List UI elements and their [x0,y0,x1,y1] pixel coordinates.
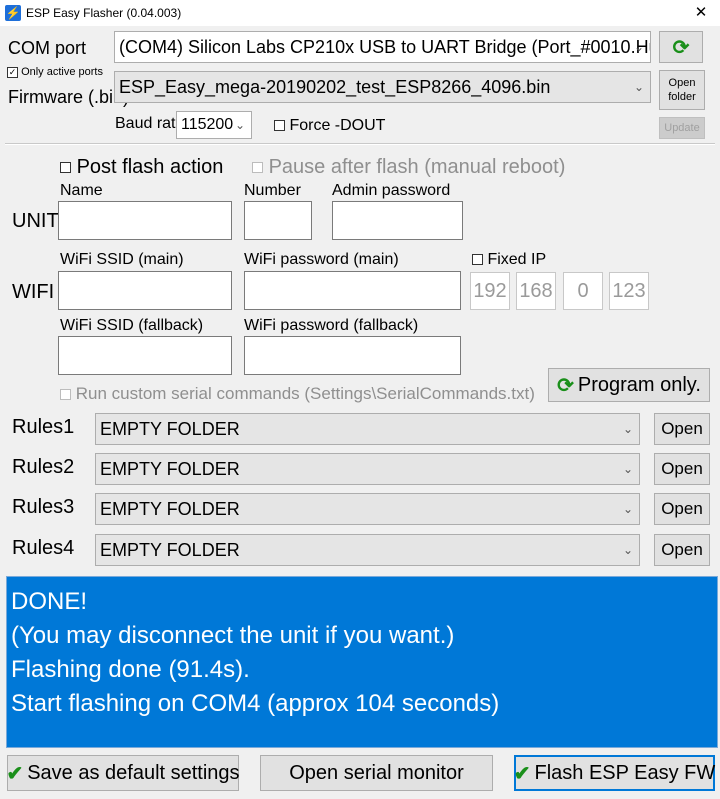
rules2-select[interactable]: EMPTY FOLDER ⌄ [95,453,640,485]
baud-rate-value: 115200 [181,116,234,133]
ip-octet-2[interactable]: 168 [516,272,556,310]
flash-label: Flash ESP Easy FW [534,761,716,784]
open-folder-line2: folder [668,91,696,103]
post-flash-checkbox[interactable] [60,162,71,174]
wifi-password-main-label: WiFi password (main) [244,251,399,268]
only-active-label: Only active ports [21,66,103,78]
rules4-open-button[interactable]: Open [654,534,710,566]
number-label: Number [244,182,301,199]
log-line: Flashing done (91.4s). [11,656,250,683]
wifi-section-label: WIFI [12,281,55,303]
save-default-button[interactable]: ✔ Save as default settings [6,755,240,791]
pause-after-flash-checkbox[interactable] [252,162,263,174]
com-port-label: COM port [8,38,87,58]
rules1-label: Rules1 [12,416,75,438]
refresh-icon: ⟳ [672,36,690,59]
admin-password-input[interactable] [332,201,463,240]
open-serial-monitor-button[interactable]: Open serial monitor [260,755,493,791]
unit-number-input[interactable] [244,201,312,240]
wifi-password-main-input[interactable] [244,271,461,310]
chevron-down-icon: ⌄ [622,502,633,516]
firmware-value: ESP_Easy_mega-20190202_test_ESP8266_4096… [119,77,551,97]
wifi-ssid-fallback-label: WiFi SSID (fallback) [60,317,204,334]
unit-section-label: UNIT [12,210,59,232]
wifi-password-fallback-label: WiFi password (fallback) [244,317,419,334]
baud-rate-label: Baud rate [115,115,185,132]
rules4-label: Rules4 [12,537,75,559]
rules2-value: EMPTY FOLDER [100,459,240,479]
pause-after-flash[interactable]: Pause after flash (manual reboot) [252,156,565,178]
ip-octet-1[interactable]: 192 [470,272,510,310]
firmware-select[interactable]: ESP_Easy_mega-20190202_test_ESP8266_4096… [114,71,651,103]
chevron-down-icon: ⌄ [622,543,633,557]
custom-serial-checkbox[interactable] [60,389,71,401]
divider [5,143,715,145]
chevron-down-icon: ⌄ [633,80,644,94]
rules3-value: EMPTY FOLDER [100,499,240,519]
log-output[interactable]: DONE! (You may disconnect the unit if yo… [6,576,718,748]
only-active-checkbox[interactable]: ✓ [7,66,18,78]
rules3-label: Rules3 [12,496,75,518]
check-icon: ✔ [513,762,531,785]
open-folder-button[interactable]: Open folder [659,70,705,110]
log-line: DONE! [11,588,88,615]
program-only-label: Program only. [577,373,701,396]
save-default-label: Save as default settings [27,761,240,784]
force-dout-label: Force -DOUT [289,117,386,134]
rules2-open-button[interactable]: Open [654,453,710,485]
refresh-icon: ⟳ [557,374,574,397]
rules3-select[interactable]: EMPTY FOLDER ⌄ [95,493,640,525]
rules2-label: Rules2 [12,456,75,478]
com-port-value: (COM4) Silicon Labs CP210x USB to UART B… [119,37,650,57]
program-only-button[interactable]: ⟳ Program only. [548,368,710,402]
chevron-down-icon: ⌄ [622,422,633,436]
wifi-ssid-main-input[interactable] [58,271,232,310]
ip-octet-4[interactable]: 123 [609,272,649,310]
baud-rate-select[interactable]: 115200 ⌄ [176,111,252,139]
rules4-value: EMPTY FOLDER [100,540,240,560]
force-dout-checkbox[interactable] [274,120,285,132]
force-dout[interactable]: Force -DOUT [274,115,385,137]
rules4-select[interactable]: EMPTY FOLDER ⌄ [95,534,640,566]
custom-serial-label: Run custom serial commands (Settings\Ser… [75,384,535,403]
ip-octet-3[interactable]: 0 [563,272,603,310]
log-line: (You may disconnect the unit if you want… [11,622,455,649]
update-button[interactable]: Update [659,117,705,139]
firmware-label: Firmware (.bin) [8,87,130,107]
fixed-ip[interactable]: Fixed IP [472,249,546,271]
wifi-password-fallback-input[interactable] [244,336,461,375]
unit-name-input[interactable] [58,201,232,240]
chevron-down-icon: ⌄ [234,118,245,132]
open-folder-line1: Open [668,77,696,89]
name-label: Name [60,182,103,199]
log-line: Start flashing on COM4 (approx 104 secon… [11,690,500,717]
fixed-ip-checkbox[interactable] [472,254,483,266]
wifi-ssid-main-label: WiFi SSID (main) [60,251,184,268]
rules1-select[interactable]: EMPTY FOLDER ⌄ [95,413,640,445]
post-flash-action[interactable]: Post flash action [60,156,223,178]
fixed-ip-label: Fixed IP [487,251,547,268]
rules1-value: EMPTY FOLDER [100,419,240,439]
flash-button[interactable]: ✔ Flash ESP Easy FW [514,755,715,791]
post-flash-label: Post flash action [76,156,224,178]
window-title: ESP Easy Flasher (0.04.003) [26,6,182,20]
rules1-open-button[interactable]: Open [654,413,710,445]
rules3-open-button[interactable]: Open [654,493,710,525]
check-icon: ✔ [6,762,24,785]
com-port-select[interactable]: (COM4) Silicon Labs CP210x USB to UART B… [114,31,651,63]
admin-password-label: Admin password [332,182,451,199]
chevron-down-icon: ⌄ [622,462,633,476]
wifi-ssid-fallback-input[interactable] [58,336,232,375]
pause-after-flash-label: Pause after flash (manual reboot) [268,156,566,178]
run-custom-serial[interactable]: Run custom serial commands (Settings\Ser… [60,383,535,405]
close-icon[interactable]: ✕ [688,4,714,22]
app-icon: ⚡ [5,5,21,21]
refresh-ports-button[interactable]: ⟳ [659,31,703,63]
chevron-down-icon: ⌄ [633,40,644,54]
only-active-ports[interactable]: ✓ Only active ports [7,65,103,79]
